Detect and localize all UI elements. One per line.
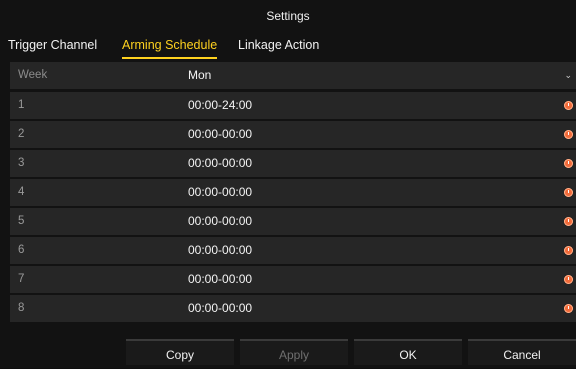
ok-button[interactable]: OK (354, 339, 462, 365)
period-time: 00:00-24:00 (188, 98, 253, 112)
copy-button[interactable]: Copy (126, 339, 234, 365)
period-time-field[interactable]: 00:00-00:00 (185, 121, 576, 148)
period-index: 5 (18, 215, 25, 227)
active-tab-underline (122, 57, 218, 59)
period-time-field[interactable]: 00:00-00:00 (185, 266, 576, 293)
period-index: 4 (18, 186, 25, 198)
tab-label: Trigger Channel (8, 38, 98, 52)
button-bar: Copy Apply OK Cancel (0, 335, 576, 368)
tab-linkage-action[interactable]: Linkage Action (238, 34, 319, 56)
week-label: Week (18, 69, 48, 81)
week-value: Mon (188, 68, 212, 82)
period-time: 00:00-00:00 (188, 272, 253, 286)
schedule-row: 8 00:00-00:00 (10, 295, 576, 322)
clock-icon[interactable] (564, 188, 573, 197)
schedule-row: 2 00:00-00:00 (10, 121, 576, 148)
tab-arming-schedule[interactable]: Arming Schedule (122, 34, 218, 59)
period-index: 2 (18, 128, 25, 140)
dialog-title: Settings (266, 9, 310, 23)
tab-trigger-channel[interactable]: Trigger Channel (8, 34, 97, 56)
clock-icon[interactable] (564, 101, 573, 110)
period-time: 00:00-00:00 (188, 185, 253, 199)
schedule-row: 6 00:00-00:00 (10, 237, 576, 264)
schedule-row: 5 00:00-00:00 (10, 208, 576, 235)
clock-icon[interactable] (564, 246, 573, 255)
week-row: Week Mon ⌄ (10, 62, 576, 89)
apply-button[interactable]: Apply (240, 339, 348, 365)
period-index: 6 (18, 244, 25, 256)
period-index: 7 (18, 273, 25, 285)
period-time: 00:00-00:00 (188, 243, 253, 257)
week-select[interactable]: Mon ⌄ (185, 62, 576, 89)
period-time-field[interactable]: 00:00-00:00 (185, 208, 576, 235)
cancel-button[interactable]: Cancel (468, 339, 576, 365)
schedule-row: 3 00:00-00:00 (10, 150, 576, 177)
clock-icon[interactable] (564, 304, 573, 313)
schedule-panel: Week Mon ⌄ 1 00:00-24:00 2 00:00-00:00 3… (10, 62, 576, 335)
schedule-row: 7 00:00-00:00 (10, 266, 576, 293)
settings-dialog: Settings Trigger Channel Arming Schedule… (0, 0, 576, 368)
period-time-field[interactable]: 00:00-00:00 (185, 179, 576, 206)
period-time: 00:00-00:00 (188, 156, 253, 170)
period-time-field[interactable]: 00:00-00:00 (185, 150, 576, 177)
tab-bar: Trigger Channel Arming Schedule Linkage … (0, 34, 576, 59)
schedule-row: 4 00:00-00:00 (10, 179, 576, 206)
period-time: 00:00-00:00 (188, 301, 253, 315)
chevron-down-icon: ⌄ (564, 70, 572, 80)
period-index: 8 (18, 302, 25, 314)
period-index: 1 (18, 99, 25, 111)
clock-icon[interactable] (564, 275, 573, 284)
clock-icon[interactable] (564, 159, 573, 168)
tab-label: Linkage Action (238, 38, 320, 52)
period-time-field[interactable]: 00:00-00:00 (185, 237, 576, 264)
period-time-field[interactable]: 00:00-00:00 (185, 295, 576, 322)
period-time-field[interactable]: 00:00-24:00 (185, 92, 576, 119)
period-time: 00:00-00:00 (188, 127, 253, 141)
period-time: 00:00-00:00 (188, 214, 253, 228)
tab-label: Arming Schedule (122, 38, 218, 52)
clock-icon[interactable] (564, 130, 573, 139)
period-index: 3 (18, 157, 25, 169)
clock-icon[interactable] (564, 217, 573, 226)
schedule-row: 1 00:00-24:00 (10, 92, 576, 119)
